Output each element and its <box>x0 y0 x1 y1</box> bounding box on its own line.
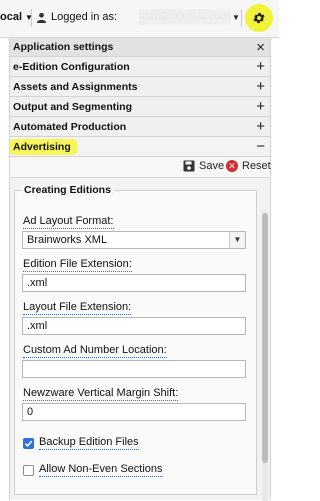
logged-in-label: Logged in as: <box>51 11 118 23</box>
expand-icon[interactable]: + <box>256 58 265 75</box>
scrollbar-thumb[interactable] <box>262 213 268 463</box>
edition-file-extension-input[interactable]: .xml <box>22 274 246 292</box>
allow-non-even-sections-checkbox[interactable]: Allow Non-Even Sections <box>23 463 163 477</box>
fieldset-legend: Creating Editions <box>21 184 114 196</box>
checkbox-checked[interactable] <box>23 437 34 449</box>
allow-non-even-sections-label: Allow Non-Even Sections <box>39 463 163 477</box>
section-assets-and-assignments[interactable]: Assets and Assignments + <box>10 77 270 97</box>
checkbox-unchecked[interactable] <box>23 464 34 476</box>
section-output-and-segmenting[interactable]: Output and Segmenting + <box>10 97 270 117</box>
expand-icon[interactable]: + <box>256 98 265 115</box>
custom-ad-number-location-input[interactable] <box>22 360 246 378</box>
save-label: Save <box>199 160 225 172</box>
user-email: user@example.com <box>139 9 231 25</box>
user-icon <box>36 12 47 23</box>
location-selector[interactable]: ocal ▼ <box>0 11 33 23</box>
ad-layout-format-value: Brainworks XML <box>27 234 108 246</box>
check-icon <box>24 440 33 447</box>
section-application-settings: Application settings × <box>10 38 270 57</box>
user-menu[interactable]: Logged in as: <box>36 11 117 23</box>
save-icon <box>183 160 195 172</box>
expand-icon[interactable]: + <box>256 78 265 95</box>
creating-editions-fieldset: Creating Editions Ad Layout Format: Brai… <box>14 184 257 495</box>
reset-button[interactable]: ✕ Reset <box>226 160 271 172</box>
location-label: ocal <box>0 11 23 23</box>
section-title: Application settings <box>13 41 114 53</box>
action-bar: Save ✕ Reset <box>10 157 271 178</box>
top-bar: ocal ▼ Logged in as: user@example.com ▼ <box>0 0 279 38</box>
section-title: Automated Production <box>13 120 127 133</box>
ad-layout-format-label: Ad Layout Format: <box>23 215 114 229</box>
edition-file-extension-label: Edition File Extension: <box>23 258 132 272</box>
section-advertising[interactable]: Advertising − <box>10 137 270 157</box>
custom-ad-number-location-label: Custom Ad Number Location: <box>23 344 167 358</box>
section-title: Assets and Assignments <box>13 80 138 93</box>
divider <box>31 9 32 27</box>
close-icon[interactable]: × <box>256 39 265 56</box>
reset-icon: ✕ <box>226 160 238 172</box>
newzware-vertical-margin-shift-label: Newzware Vertical Margin Shift: <box>23 387 179 401</box>
settings-button[interactable] <box>245 4 273 32</box>
section-automated-production[interactable]: Automated Production + <box>10 117 270 137</box>
reset-label: Reset <box>242 160 271 172</box>
save-button[interactable]: Save <box>183 160 224 172</box>
ad-layout-format-select[interactable]: Brainworks XML ▼ <box>22 231 246 249</box>
divider <box>241 9 242 27</box>
expand-icon[interactable]: + <box>256 118 265 135</box>
layout-file-extension-input[interactable]: .xml <box>22 317 246 335</box>
newzware-vertical-margin-shift-input[interactable]: 0 <box>22 403 246 421</box>
section-e-edition-configuration[interactable]: e-Edition Configuration + <box>10 57 270 77</box>
collapse-icon[interactable]: − <box>256 138 265 155</box>
settings-panel: Application settings × e-Edition Configu… <box>9 38 271 501</box>
chevron-down-icon[interactable]: ▼ <box>232 13 240 22</box>
section-title: e-Edition Configuration <box>13 60 130 73</box>
backup-edition-files-checkbox[interactable]: Backup Edition Files <box>23 436 139 450</box>
backup-edition-files-label: Backup Edition Files <box>39 436 139 450</box>
section-title: Advertising <box>10 138 77 155</box>
gear-icon <box>253 12 265 24</box>
chevron-down-icon: ▼ <box>229 232 245 248</box>
layout-file-extension-label: Layout File Extension: <box>23 301 132 315</box>
section-title: Output and Segmenting <box>13 100 132 113</box>
